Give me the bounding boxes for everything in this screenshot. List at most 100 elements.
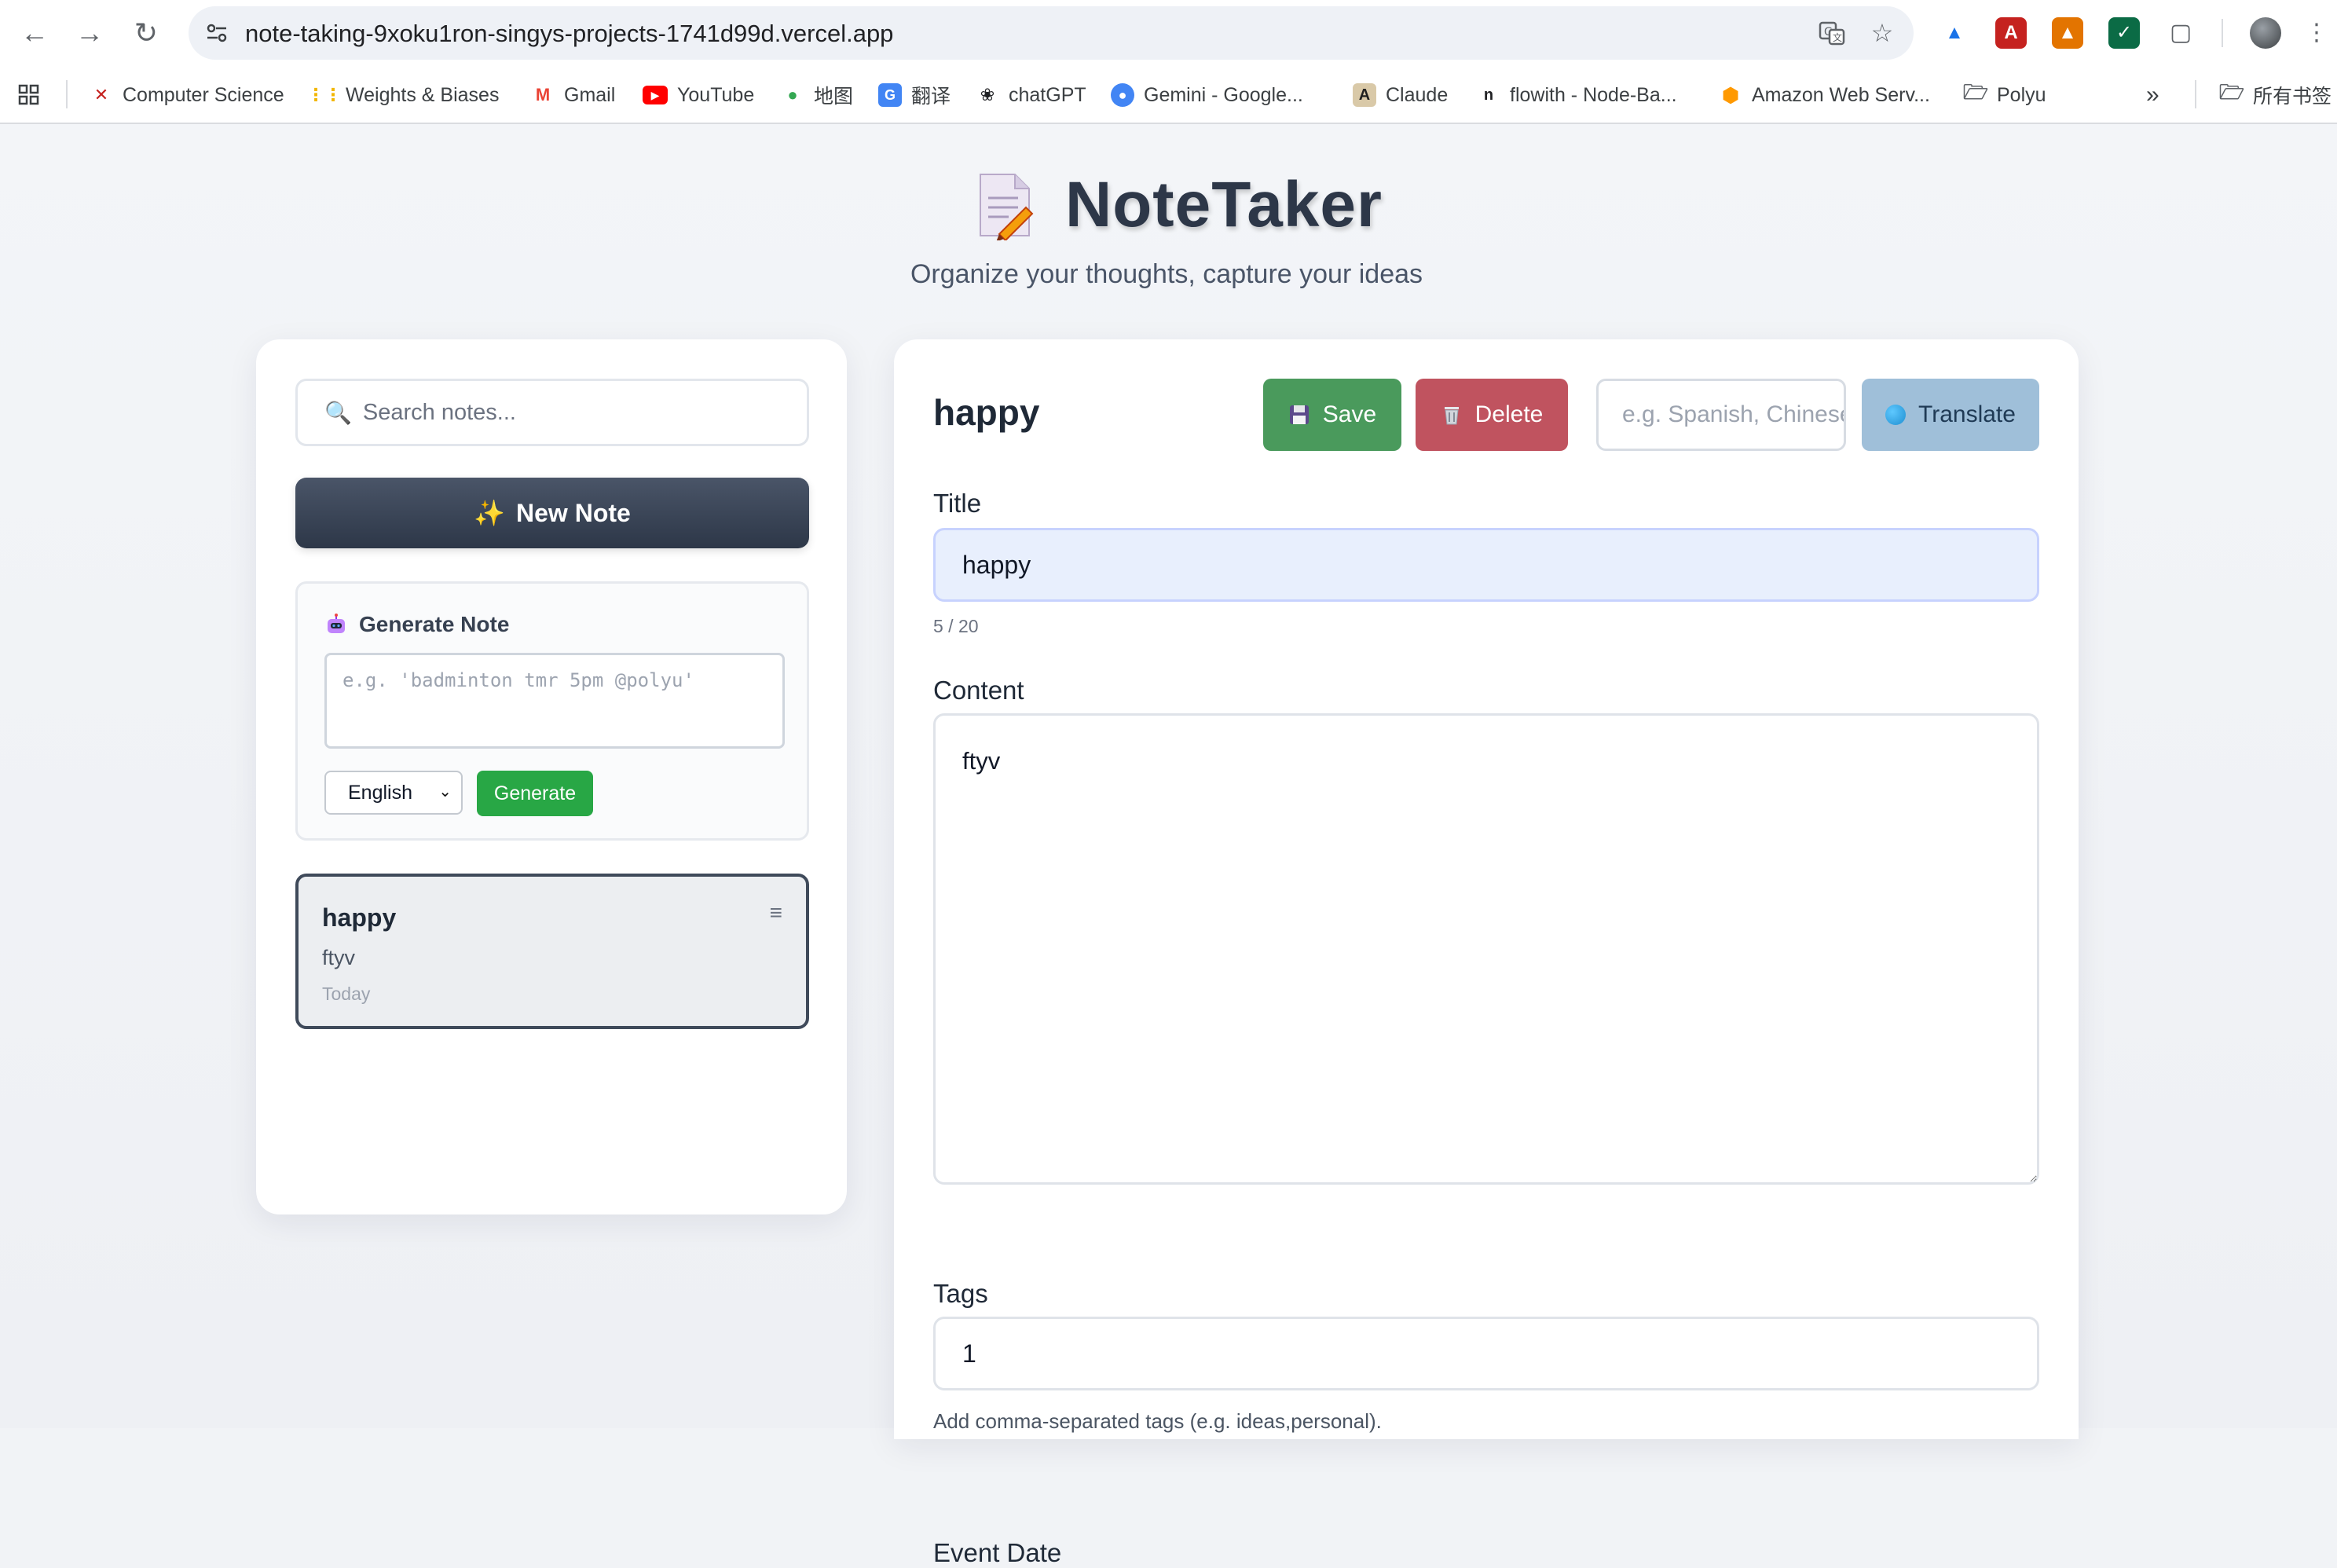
generate-note-title: Generate Note (359, 612, 510, 636)
bookmark-translate[interactable]: G 翻译 (878, 80, 951, 110)
translate-icon: G (878, 83, 902, 107)
app-page: NoteTaker Organize your thoughts, captur… (0, 124, 2337, 1567)
tags-input[interactable] (933, 1317, 2039, 1390)
content-textarea[interactable]: ftyv (933, 713, 2039, 1185)
translate-button[interactable]: Translate (1862, 379, 2039, 451)
tags-label: Tags (933, 1279, 988, 1308)
all-bookmarks-folder[interactable]: 🗁 所有书签 (2219, 80, 2332, 110)
chrome-menu-icon[interactable]: ⋮ (2305, 16, 2328, 50)
url-text: note-taking-9xoku1ron-singys-projects-17… (245, 20, 894, 47)
note-item-date: Today (322, 984, 371, 1004)
delete-label: Delete (1474, 401, 1544, 427)
bookmark-label: 所有书签 (2253, 86, 2332, 108)
bookmark-flowith[interactable]: n flowith - Node-Ba... (1477, 80, 1677, 110)
toolbar-divider (2222, 19, 2223, 47)
note-editor: happy Save Delete Translate Title 5 / 20… (894, 339, 2079, 1567)
profile-avatar[interactable] (2250, 17, 2281, 49)
bookmark-label: 翻译 (911, 86, 951, 108)
aws-icon: ⬢ (1721, 82, 1740, 107)
maps-icon: ● (787, 85, 798, 104)
generate-button[interactable]: Generate (477, 771, 593, 816)
app-subtitle: Organize your thoughts, capture your ide… (910, 259, 1423, 289)
editor-heading: happy (933, 392, 1040, 433)
globe-icon (1885, 405, 1907, 425)
gemini-icon: ● (1111, 83, 1134, 107)
bookmarks-bar: ✕ Computer Science ⋮⋮ Weights & Biases M… (0, 66, 2337, 124)
search-box[interactable]: 🔍 (295, 379, 809, 446)
new-note-button[interactable]: ✨ New Note (295, 478, 809, 548)
bookmark-folder-polyu[interactable]: 🗁 Polyu (1962, 80, 2046, 110)
reload-icon[interactable]: ↻ (129, 16, 163, 50)
save-label: Save (1322, 401, 1377, 427)
tags-help-text: Add comma-separated tags (e.g. ideas,per… (933, 1409, 1382, 1433)
title-char-count: 5 / 20 (933, 616, 979, 636)
translate-language-input[interactable] (1596, 379, 1846, 451)
bookmark-label: Amazon Web Serv... (1752, 83, 1930, 106)
bookmark-maps[interactable]: ● 地图 (781, 80, 853, 110)
bookmark-label: Gmail (564, 83, 616, 106)
bookmark-label: flowith - Node-Ba... (1510, 83, 1677, 106)
bookmark-gemini[interactable]: ● Gemini - Google... (1111, 80, 1303, 110)
folder-icon: 🗁 (1962, 80, 1989, 104)
notes-sidebar: 🔍 ✨ New Note Generate Note English ⌄ Gen… (256, 339, 847, 1214)
openai-icon: ❀ (980, 85, 995, 104)
translate-label: Translate (1918, 401, 2016, 427)
address-bar[interactable]: note-taking-9xoku1ron-singys-projects-17… (189, 6, 1914, 60)
event-date-label: Event Date (933, 1538, 1062, 1567)
note-item-preview: ftyv (322, 946, 356, 969)
title-input[interactable] (933, 528, 2039, 602)
youtube-icon: ▶ (643, 86, 668, 104)
apps-grid-icon[interactable] (17, 80, 41, 110)
search-input[interactable] (362, 399, 803, 426)
bookmark-chatgpt[interactable]: ❀ chatGPT (976, 80, 1086, 110)
app-header: NoteTaker (974, 162, 1414, 248)
bookmark-weights-biases[interactable]: ⋮⋮ Weights & Biases (307, 80, 499, 110)
drag-handle-icon[interactable]: ≡ (770, 900, 782, 925)
forward-icon[interactable]: → (72, 16, 107, 50)
bookmark-claude[interactable]: A Claude (1353, 80, 1448, 110)
bookmark-aws[interactable]: ⬢ Amazon Web Serv... (1719, 80, 1930, 110)
note-list-item[interactable]: happy ftyv Today ≡ (295, 874, 809, 1029)
search-icon: 🔍 (324, 400, 352, 425)
note-item-title: happy (322, 903, 397, 932)
generate-note-heading: Generate Note (324, 612, 509, 637)
more-bookmarks-icon[interactable]: » (2146, 80, 2159, 110)
bookmark-label: Polyu (1997, 83, 2046, 106)
site-info-icon[interactable] (204, 20, 229, 46)
save-button[interactable]: Save (1263, 379, 1401, 451)
new-note-label: New Note (516, 498, 631, 527)
chevron-down-icon: ⌄ (438, 783, 452, 800)
bookmark-label: Gemini - Google... (1144, 83, 1303, 106)
delete-button[interactable]: Delete (1416, 379, 1568, 451)
extension-graduation-icon[interactable]: ▲ (1939, 17, 1970, 49)
bookmark-gmail[interactable]: M Gmail (531, 80, 615, 110)
page-translate-icon[interactable]: G文 (1818, 19, 1846, 47)
robot-icon (324, 613, 348, 636)
generate-note-panel: Generate Note English ⌄ Generate (295, 581, 809, 841)
sparkles-icon: ✨ (474, 499, 506, 527)
memo-icon (974, 170, 1037, 242)
title-label: Title (933, 489, 982, 518)
bookmark-label: 地图 (814, 86, 854, 108)
language-select-value: English (348, 781, 412, 804)
extensions-puzzle-icon[interactable]: ▢ (2165, 17, 2196, 49)
bookmark-youtube[interactable]: ▶ YouTube (643, 80, 754, 110)
extension-orange-icon[interactable]: ▲ (2052, 17, 2083, 49)
svg-text:文: 文 (1833, 31, 1842, 43)
extension-pdf-icon[interactable]: A (1995, 17, 2027, 49)
bookmark-computer-science[interactable]: ✕ Computer Science (90, 80, 284, 110)
bookmark-label: YouTube (677, 83, 755, 106)
trash-icon (1441, 404, 1463, 426)
language-select[interactable]: English ⌄ (324, 771, 463, 815)
bookmark-star-icon[interactable]: ☆ (1868, 19, 1896, 47)
bookmark-label: chatGPT (1009, 83, 1086, 106)
generate-prompt-input[interactable] (324, 653, 785, 749)
extension-green-icon[interactable]: ✓ (2108, 17, 2140, 49)
back-icon[interactable]: ← (17, 16, 52, 50)
bookmark-label: Computer Science (123, 83, 284, 106)
bookmarks-divider (2195, 80, 2196, 108)
floppy-disk-icon (1288, 404, 1310, 426)
x-logo-icon: ✕ (93, 85, 109, 104)
flowith-icon: n (1483, 86, 1494, 104)
app-title: NoteTaker (1065, 169, 1383, 240)
